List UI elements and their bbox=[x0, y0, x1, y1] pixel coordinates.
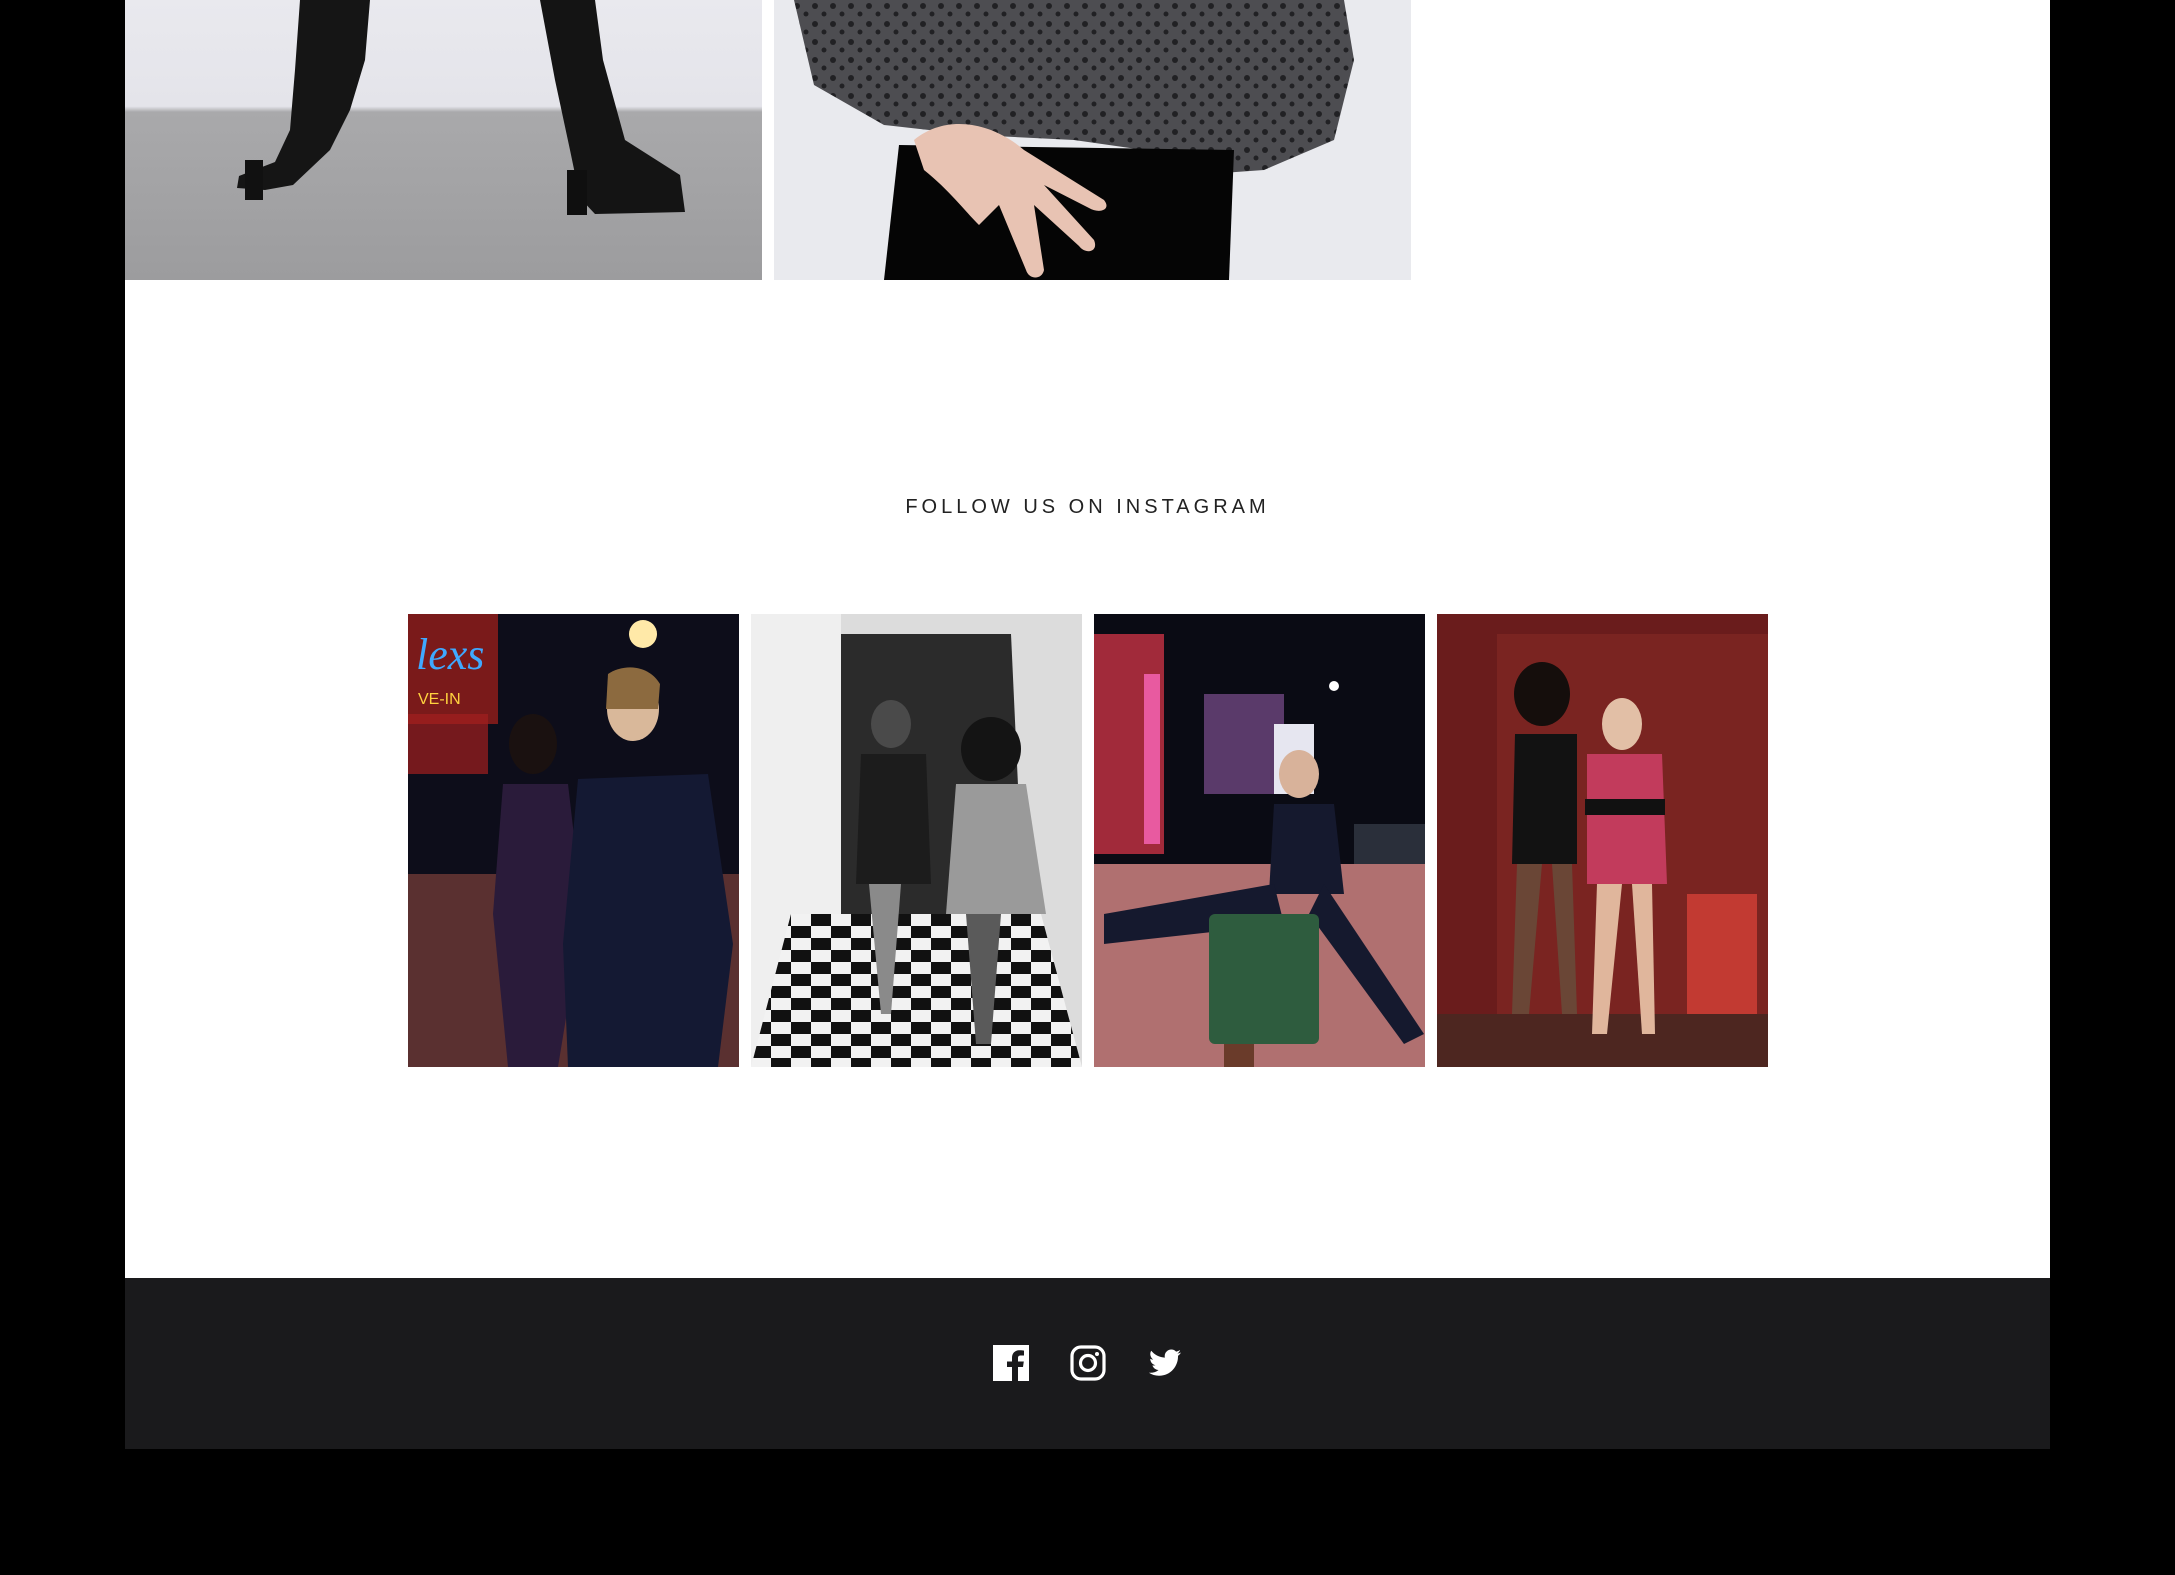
svg-text:lexs: lexs bbox=[416, 630, 484, 679]
instagram-post-3[interactable] bbox=[1094, 614, 1425, 1067]
instagram-heading: FOLLOW US ON INSTAGRAM bbox=[905, 496, 1270, 518]
product-image-boots[interactable] bbox=[125, 0, 762, 280]
footer bbox=[125, 1278, 2050, 1449]
product-image-blouse[interactable] bbox=[774, 0, 1411, 280]
instagram-icon[interactable] bbox=[1069, 1344, 1107, 1382]
instagram-post-2[interactable] bbox=[751, 614, 1082, 1067]
twitter-icon[interactable] bbox=[1146, 1344, 1184, 1382]
instagram-post-1[interactable]: lexs VE-IN bbox=[408, 614, 739, 1067]
svg-text:VE-IN: VE-IN bbox=[418, 691, 461, 708]
content-area: FOLLOW US ON INSTAGRAM lexs VE-IN bbox=[125, 0, 2050, 1278]
facebook-icon[interactable] bbox=[992, 1344, 1030, 1382]
instagram-grid: lexs VE-IN bbox=[408, 614, 1768, 1067]
instagram-post-4[interactable] bbox=[1437, 614, 1768, 1067]
